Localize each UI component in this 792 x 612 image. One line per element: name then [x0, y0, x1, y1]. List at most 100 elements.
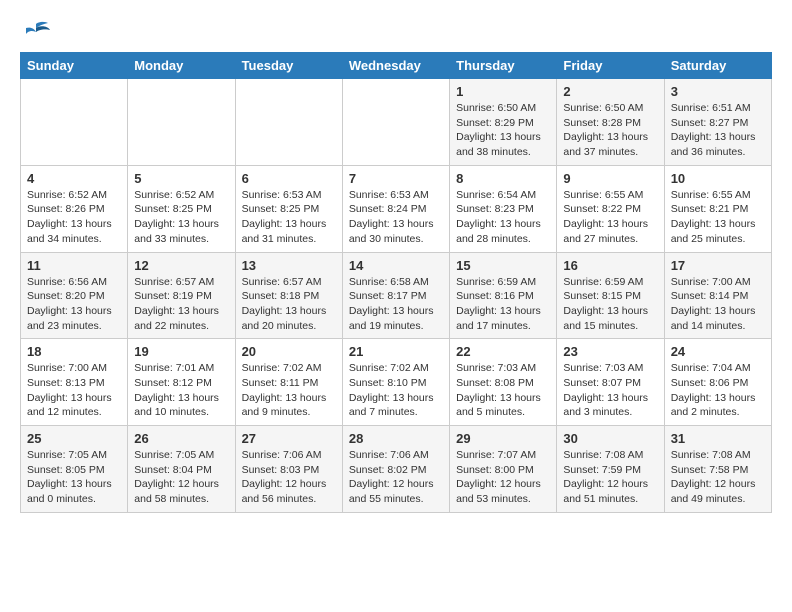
day-number: 18 — [27, 344, 121, 359]
calendar-day-cell: 8Sunrise: 6:54 AM Sunset: 8:23 PM Daylig… — [450, 165, 557, 252]
calendar-day-cell: 7 Sunrise: 6:53 AM Sunset: 8:24 PM Daylig… — [342, 165, 449, 252]
day-info-text: Sunrise: 7:03 AM Sunset: 8:07 PM Dayligh… — [563, 361, 657, 420]
day-number: 12 — [134, 258, 228, 273]
day-info-text: Sunrise: 6:55 AM Sunset: 8:21 PM Dayligh… — [671, 188, 765, 247]
day-number: 13 — [242, 258, 336, 273]
day-info-text: Sunrise: 6:50 AM Sunset: 8:28 PM Dayligh… — [563, 101, 657, 160]
day-number: 15 — [456, 258, 550, 273]
logo — [20, 20, 50, 42]
day-number: 9 — [563, 171, 657, 186]
day-number: 14 — [349, 258, 443, 273]
day-number: 7 — [349, 171, 443, 186]
calendar-day-cell: 4Sunrise: 6:52 AM Sunset: 8:26 PM Daylig… — [21, 165, 128, 252]
calendar-day-cell: 23 Sunrise: 7:03 AM Sunset: 8:07 PM Dayli… — [557, 339, 664, 426]
day-info-text: Sunrise: 6:51 AM Sunset: 8:27 PM Dayligh… — [671, 101, 765, 160]
calendar-day-cell: 1 Sunrise: 6:50 AM Sunset: 8:29 PM Daylig… — [450, 79, 557, 166]
day-info-text: Sunrise: 6:53 AM Sunset: 8:24 PM Dayligh… — [349, 188, 443, 247]
calendar-day-cell: 29 Sunrise: 7:07 AM Sunset: 8:00 PM Dayli… — [450, 426, 557, 513]
day-info-text: Sunrise: 6:59 AM Sunset: 8:15 PM Dayligh… — [563, 275, 657, 334]
calendar-day-cell: 30 Sunrise: 7:08 AM Sunset: 7:59 PM Dayli… — [557, 426, 664, 513]
day-number: 30 — [563, 431, 657, 446]
day-info-text: Sunrise: 7:00 AM Sunset: 8:13 PM Dayligh… — [27, 361, 121, 420]
weekday-header-monday: Monday — [128, 53, 235, 79]
day-number: 25 — [27, 431, 121, 446]
day-info-text: Sunrise: 7:00 AM Sunset: 8:14 PM Dayligh… — [671, 275, 765, 334]
day-number: 22 — [456, 344, 550, 359]
day-number: 1 — [456, 84, 550, 99]
day-number: 23 — [563, 344, 657, 359]
day-info-text: Sunrise: 6:52 AM Sunset: 8:25 PM Dayligh… — [134, 188, 228, 247]
day-info-text: Sunrise: 6:50 AM Sunset: 8:29 PM Dayligh… — [456, 101, 550, 160]
calendar-day-cell: 22 Sunrise: 7:03 AM Sunset: 8:08 PM Dayli… — [450, 339, 557, 426]
day-info-text: Sunrise: 7:02 AM Sunset: 8:10 PM Dayligh… — [349, 361, 443, 420]
day-number: 27 — [242, 431, 336, 446]
day-info-text: Sunrise: 7:05 AM Sunset: 8:05 PM Dayligh… — [27, 448, 121, 507]
day-number: 26 — [134, 431, 228, 446]
calendar-day-cell: 21 Sunrise: 7:02 AM Sunset: 8:10 PM Dayli… — [342, 339, 449, 426]
calendar-day-cell: 19 Sunrise: 7:01 AM Sunset: 8:12 PM Dayli… — [128, 339, 235, 426]
day-number: 24 — [671, 344, 765, 359]
calendar-day-cell: 16 Sunrise: 6:59 AM Sunset: 8:15 PM Dayli… — [557, 252, 664, 339]
day-info-text: Sunrise: 7:02 AM Sunset: 8:11 PM Dayligh… — [242, 361, 336, 420]
calendar-week-row: 11 Sunrise: 6:56 AM Sunset: 8:20 PM Dayli… — [21, 252, 772, 339]
calendar-day-cell: 10 Sunrise: 6:55 AM Sunset: 8:21 PM Dayli… — [664, 165, 771, 252]
calendar-day-cell: 25 Sunrise: 7:05 AM Sunset: 8:05 PM Dayli… — [21, 426, 128, 513]
calendar-week-row: 1 Sunrise: 6:50 AM Sunset: 8:29 PM Daylig… — [21, 79, 772, 166]
weekday-header-thursday: Thursday — [450, 53, 557, 79]
weekday-header-wednesday: Wednesday — [342, 53, 449, 79]
day-info-text: Sunrise: 6:53 AM Sunset: 8:25 PM Dayligh… — [242, 188, 336, 247]
calendar-day-cell: 11 Sunrise: 6:56 AM Sunset: 8:20 PM Dayli… — [21, 252, 128, 339]
day-info-text: Sunrise: 6:58 AM Sunset: 8:17 PM Dayligh… — [349, 275, 443, 334]
calendar-day-cell: 17 Sunrise: 7:00 AM Sunset: 8:14 PM Dayli… — [664, 252, 771, 339]
weekday-header-friday: Friday — [557, 53, 664, 79]
calendar-day-cell: 9 Sunrise: 6:55 AM Sunset: 8:22 PM Daylig… — [557, 165, 664, 252]
calendar-empty-cell — [128, 79, 235, 166]
day-info-text: Sunrise: 7:05 AM Sunset: 8:04 PM Dayligh… — [134, 448, 228, 507]
day-info-text: Sunrise: 7:08 AM Sunset: 7:59 PM Dayligh… — [563, 448, 657, 507]
day-info-text: Sunrise: 7:01 AM Sunset: 8:12 PM Dayligh… — [134, 361, 228, 420]
day-number: 31 — [671, 431, 765, 446]
weekday-header-tuesday: Tuesday — [235, 53, 342, 79]
day-info-text: Sunrise: 7:04 AM Sunset: 8:06 PM Dayligh… — [671, 361, 765, 420]
day-info-text: Sunrise: 6:54 AM Sunset: 8:23 PM Dayligh… — [456, 188, 550, 247]
weekday-header-saturday: Saturday — [664, 53, 771, 79]
day-info-text: Sunrise: 6:57 AM Sunset: 8:19 PM Dayligh… — [134, 275, 228, 334]
day-number: 2 — [563, 84, 657, 99]
day-number: 10 — [671, 171, 765, 186]
day-number: 11 — [27, 258, 121, 273]
calendar-day-cell: 31Sunrise: 7:08 AM Sunset: 7:58 PM Dayli… — [664, 426, 771, 513]
day-number: 29 — [456, 431, 550, 446]
day-number: 17 — [671, 258, 765, 273]
calendar-day-cell: 18 Sunrise: 7:00 AM Sunset: 8:13 PM Dayli… — [21, 339, 128, 426]
calendar-empty-cell — [235, 79, 342, 166]
calendar-week-row: 25 Sunrise: 7:05 AM Sunset: 8:05 PM Dayli… — [21, 426, 772, 513]
day-number: 5 — [134, 171, 228, 186]
calendar-day-cell: 28Sunrise: 7:06 AM Sunset: 8:02 PM Dayli… — [342, 426, 449, 513]
weekday-header-sunday: Sunday — [21, 53, 128, 79]
day-number: 21 — [349, 344, 443, 359]
calendar-week-row: 18 Sunrise: 7:00 AM Sunset: 8:13 PM Dayli… — [21, 339, 772, 426]
calendar-day-cell: 5 Sunrise: 6:52 AM Sunset: 8:25 PM Daylig… — [128, 165, 235, 252]
day-number: 19 — [134, 344, 228, 359]
day-number: 6 — [242, 171, 336, 186]
day-info-text: Sunrise: 7:06 AM Sunset: 8:02 PM Dayligh… — [349, 448, 443, 507]
day-info-text: Sunrise: 6:55 AM Sunset: 8:22 PM Dayligh… — [563, 188, 657, 247]
calendar-empty-cell — [21, 79, 128, 166]
header — [20, 20, 772, 42]
calendar-day-cell: 2 Sunrise: 6:50 AM Sunset: 8:28 PM Daylig… — [557, 79, 664, 166]
calendar-day-cell: 3 Sunrise: 6:51 AM Sunset: 8:27 PM Daylig… — [664, 79, 771, 166]
logo-bird-icon — [22, 20, 50, 42]
calendar-header-row: SundayMondayTuesdayWednesdayThursdayFrid… — [21, 53, 772, 79]
day-info-text: Sunrise: 7:03 AM Sunset: 8:08 PM Dayligh… — [456, 361, 550, 420]
day-info-text: Sunrise: 7:07 AM Sunset: 8:00 PM Dayligh… — [456, 448, 550, 507]
calendar-day-cell: 15Sunrise: 6:59 AM Sunset: 8:16 PM Dayli… — [450, 252, 557, 339]
day-number: 16 — [563, 258, 657, 273]
page: SundayMondayTuesdayWednesdayThursdayFrid… — [0, 0, 792, 523]
calendar-day-cell: 27Sunrise: 7:06 AM Sunset: 8:03 PM Dayli… — [235, 426, 342, 513]
day-info-text: Sunrise: 6:56 AM Sunset: 8:20 PM Dayligh… — [27, 275, 121, 334]
calendar-day-cell: 24 Sunrise: 7:04 AM Sunset: 8:06 PM Dayli… — [664, 339, 771, 426]
calendar-table: SundayMondayTuesdayWednesdayThursdayFrid… — [20, 52, 772, 513]
calendar-empty-cell — [342, 79, 449, 166]
calendar-day-cell: 26 Sunrise: 7:05 AM Sunset: 8:04 PM Dayli… — [128, 426, 235, 513]
day-number: 3 — [671, 84, 765, 99]
